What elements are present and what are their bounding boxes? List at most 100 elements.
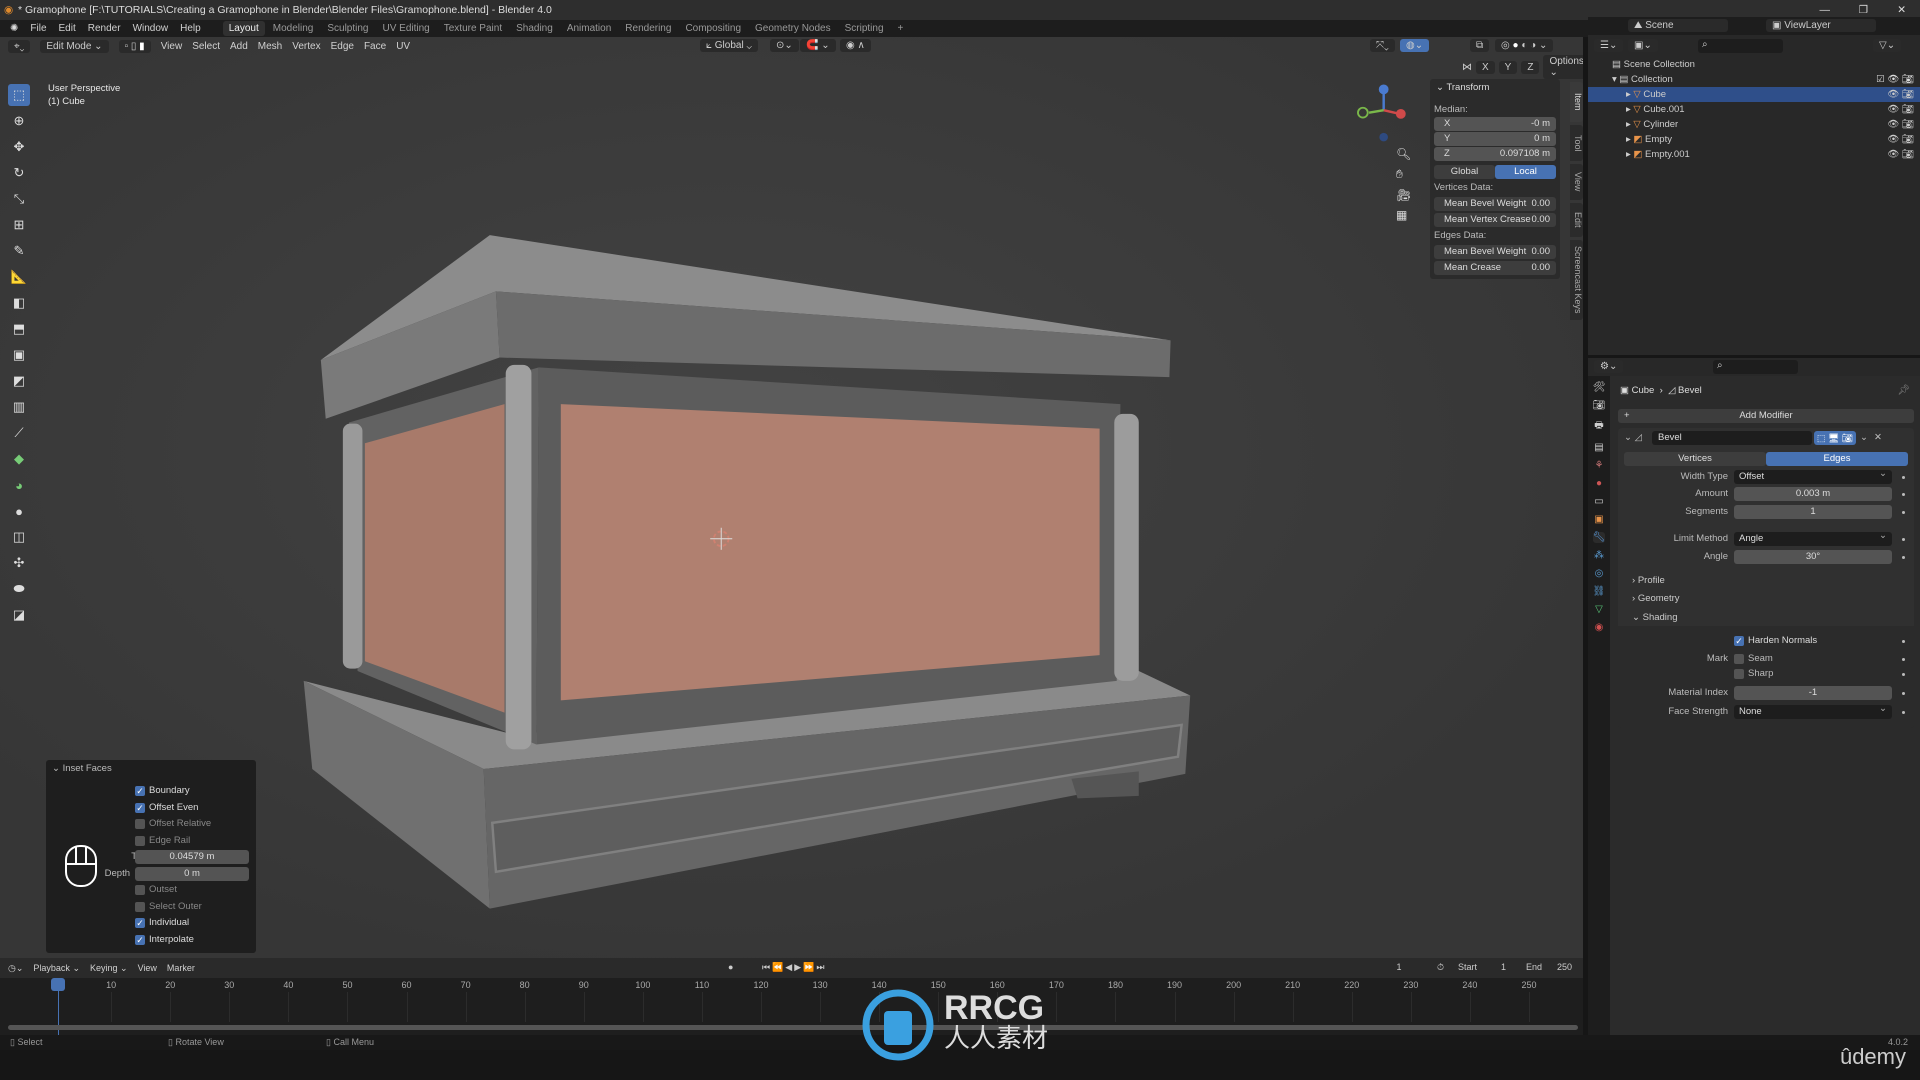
keyframe-dot[interactable] — [1902, 692, 1905, 695]
outset-checkbox[interactable] — [135, 885, 145, 895]
limit-method-dropdown[interactable]: Angle — [1734, 529, 1892, 546]
global-toggle[interactable]: Global — [1434, 165, 1495, 179]
material-tab-icon[interactable]: ◉ — [1595, 622, 1604, 633]
modifier-dropdown-icon[interactable]: ⌄ — [1860, 431, 1868, 445]
sidebar-tab-tool[interactable]: Tool — [1570, 125, 1583, 161]
expand-arrow-icon[interactable]: ▸ — [1626, 149, 1631, 160]
collection-row[interactable]: ▾ ▤ Collection ☑ 👁︎ 📷︎ — [1588, 72, 1920, 87]
width-type-dropdown[interactable]: Offset — [1734, 467, 1892, 484]
workspace-tab[interactable]: Compositing — [679, 21, 747, 36]
workspace-tab[interactable]: Modeling — [267, 21, 320, 36]
angle-field[interactable]: 30° — [1734, 550, 1892, 564]
median-z-field[interactable]: Z 0.097108 m — [1434, 147, 1556, 161]
zoom-icon[interactable]: 🔍︎ — [1396, 147, 1411, 161]
stopwatch-icon[interactable]: ⏱ — [1437, 962, 1444, 973]
timeline-editor-icon[interactable]: ◷⌄ — [8, 963, 23, 974]
select-outer-checkbox[interactable] — [135, 902, 145, 912]
amount-field[interactable]: 0.003 m — [1734, 487, 1892, 501]
marker-menu[interactable]: Marker — [167, 963, 195, 973]
segments-field[interactable]: 1 — [1734, 505, 1892, 519]
collection-visibility-icons[interactable]: ☑ 👁︎ 📷︎ — [1876, 72, 1914, 87]
workspace-tab[interactable]: Geometry Nodes — [749, 21, 837, 36]
sidebar-tab-screencast-keys[interactable]: Screencast Keys — [1570, 240, 1583, 320]
interpolate-checkbox[interactable]: ✓ — [135, 935, 145, 945]
view-menu[interactable]: View — [138, 963, 157, 973]
keyframe-dot[interactable] — [1902, 511, 1905, 514]
physics-tab-icon[interactable]: ◎ — [1595, 568, 1604, 579]
geometry-subpanel[interactable]: › Geometry — [1632, 592, 1680, 606]
sidebar-tab-item[interactable]: Item — [1570, 82, 1583, 122]
start-frame-field[interactable]: Start 1 — [1452, 961, 1512, 973]
seam-checkbox[interactable] — [1734, 654, 1744, 664]
sidebar-tab-edit[interactable]: Edit — [1570, 203, 1583, 237]
expand-arrow-icon[interactable]: ▸ — [1626, 134, 1631, 145]
workspace-tab[interactable]: Sculpting — [321, 21, 374, 36]
workspace-tab[interactable]: Shading — [510, 21, 559, 36]
tab-edges[interactable]: Edges — [1766, 452, 1908, 466]
keyframe-dot[interactable] — [1902, 673, 1905, 676]
view-layer-selector[interactable]: ▣ ViewLayer — [1766, 19, 1876, 32]
edge-rail-checkbox[interactable] — [135, 836, 145, 846]
keyframe-dot[interactable] — [1902, 640, 1905, 643]
workspace-tab[interactable]: Layout — [222, 21, 265, 36]
tab-vertices[interactable]: Vertices — [1624, 452, 1766, 466]
individual-checkbox[interactable]: ✓ — [135, 918, 145, 928]
collapse-chevron-icon[interactable]: ⌄ ◿ — [1624, 431, 1642, 445]
render-tab-icon[interactable]: 📷︎ — [1593, 400, 1606, 411]
particles-tab-icon[interactable]: ⁂ — [1594, 550, 1604, 561]
outliner-row[interactable]: ▸ ▽ Cube 👁︎ 📷︎ — [1588, 87, 1920, 102]
camera-view-icon[interactable]: 🎥︎ — [1396, 188, 1411, 202]
expand-arrow-icon[interactable]: ▸ — [1626, 89, 1631, 100]
outliner-row[interactable]: ▸ ◩ Empty 👁︎ 📷︎ — [1588, 132, 1920, 147]
harden-normals-checkbox[interactable]: ✓ — [1734, 636, 1744, 646]
offset-relative-checkbox[interactable] — [135, 819, 145, 829]
workspace-tab[interactable]: Animation — [561, 21, 617, 36]
median-y-field[interactable]: Y 0 m — [1434, 132, 1556, 146]
profile-subpanel[interactable]: › Profile — [1632, 574, 1665, 588]
filter-type-dropdown[interactable]: ▣⌄ — [1628, 39, 1658, 52]
modifier-name-field[interactable]: Bevel — [1652, 431, 1812, 445]
face-strength-dropdown[interactable]: None — [1734, 702, 1892, 719]
keyframe-dot[interactable] — [1902, 556, 1905, 559]
workspace-tab[interactable]: Rendering — [619, 21, 677, 36]
local-toggle[interactable]: Local — [1495, 165, 1556, 179]
3d-viewport[interactable]: ⌖⌄ Edit Mode ⌄ ▫ ▯ ▮ View Select Add Mes… — [0, 37, 1583, 958]
shading-subpanel[interactable]: ⌄ Shading — [1632, 611, 1677, 625]
tool-tab-icon[interactable]: 🛠︎ — [1593, 382, 1606, 393]
record-button[interactable]: ● — [722, 961, 740, 973]
menu-file[interactable]: File — [30, 23, 46, 34]
navigation-gizmo[interactable] — [1357, 84, 1406, 142]
workspace-tab[interactable]: + — [892, 21, 910, 36]
constraints-tab-icon[interactable]: ⛓ — [1593, 586, 1606, 597]
remove-modifier-icon[interactable]: ✕ — [1874, 431, 1882, 445]
sharp-checkbox[interactable] — [1734, 669, 1744, 679]
scene-selector[interactable]: ⛰ Scene — [1628, 19, 1728, 32]
blender-menu-icon[interactable]: ✺ — [10, 23, 18, 34]
boundary-checkbox[interactable]: ✓ — [135, 786, 145, 796]
current-frame-field[interactable]: 1 — [1376, 961, 1422, 973]
output-tab-icon[interactable]: 🖶 — [1594, 418, 1603, 435]
playback-controls[interactable]: ⏮⏪◀▶⏩⏭ — [756, 961, 833, 974]
keying-menu[interactable]: Keying ⌄ — [90, 963, 128, 974]
timeline-scrollbar[interactable] — [8, 1025, 1578, 1030]
keyframe-dot[interactable] — [1902, 538, 1905, 541]
world-tab-icon[interactable]: ● — [1596, 478, 1602, 489]
properties-editor-type[interactable]: ⚙⌄ — [1594, 360, 1624, 373]
thickness-field[interactable]: 0.04579 m — [135, 850, 249, 864]
offset-even-checkbox[interactable]: ✓ — [135, 803, 145, 813]
playhead[interactable] — [51, 978, 65, 991]
modifier-tab-icon[interactable]: 🔧︎ — [1592, 532, 1606, 543]
expand-arrow-icon[interactable]: ▸ — [1626, 104, 1631, 115]
perspective-grid-icon[interactable]: ▦ — [1396, 208, 1411, 222]
outliner-row[interactable]: ▸ ◩ Empty.001 👁︎ 📷︎ — [1588, 147, 1920, 162]
visibility-icons[interactable]: 👁︎ 📷︎ — [1887, 87, 1914, 102]
workspace-tab[interactable]: UV Editing — [376, 21, 435, 36]
properties-search-input[interactable]: ⌕ — [1713, 360, 1798, 374]
menu-edit[interactable]: Edit — [59, 23, 76, 34]
collection-tab-icon[interactable]: ▭ — [1594, 496, 1603, 507]
menu-render[interactable]: Render — [88, 23, 121, 34]
pin-icon[interactable]: 📌︎ — [1897, 385, 1910, 396]
sidebar-tab-view[interactable]: View — [1570, 164, 1583, 200]
workspace-tab[interactable]: Scripting — [839, 21, 890, 36]
scene-collection-row[interactable]: ▤ Scene Collection — [1588, 57, 1920, 72]
